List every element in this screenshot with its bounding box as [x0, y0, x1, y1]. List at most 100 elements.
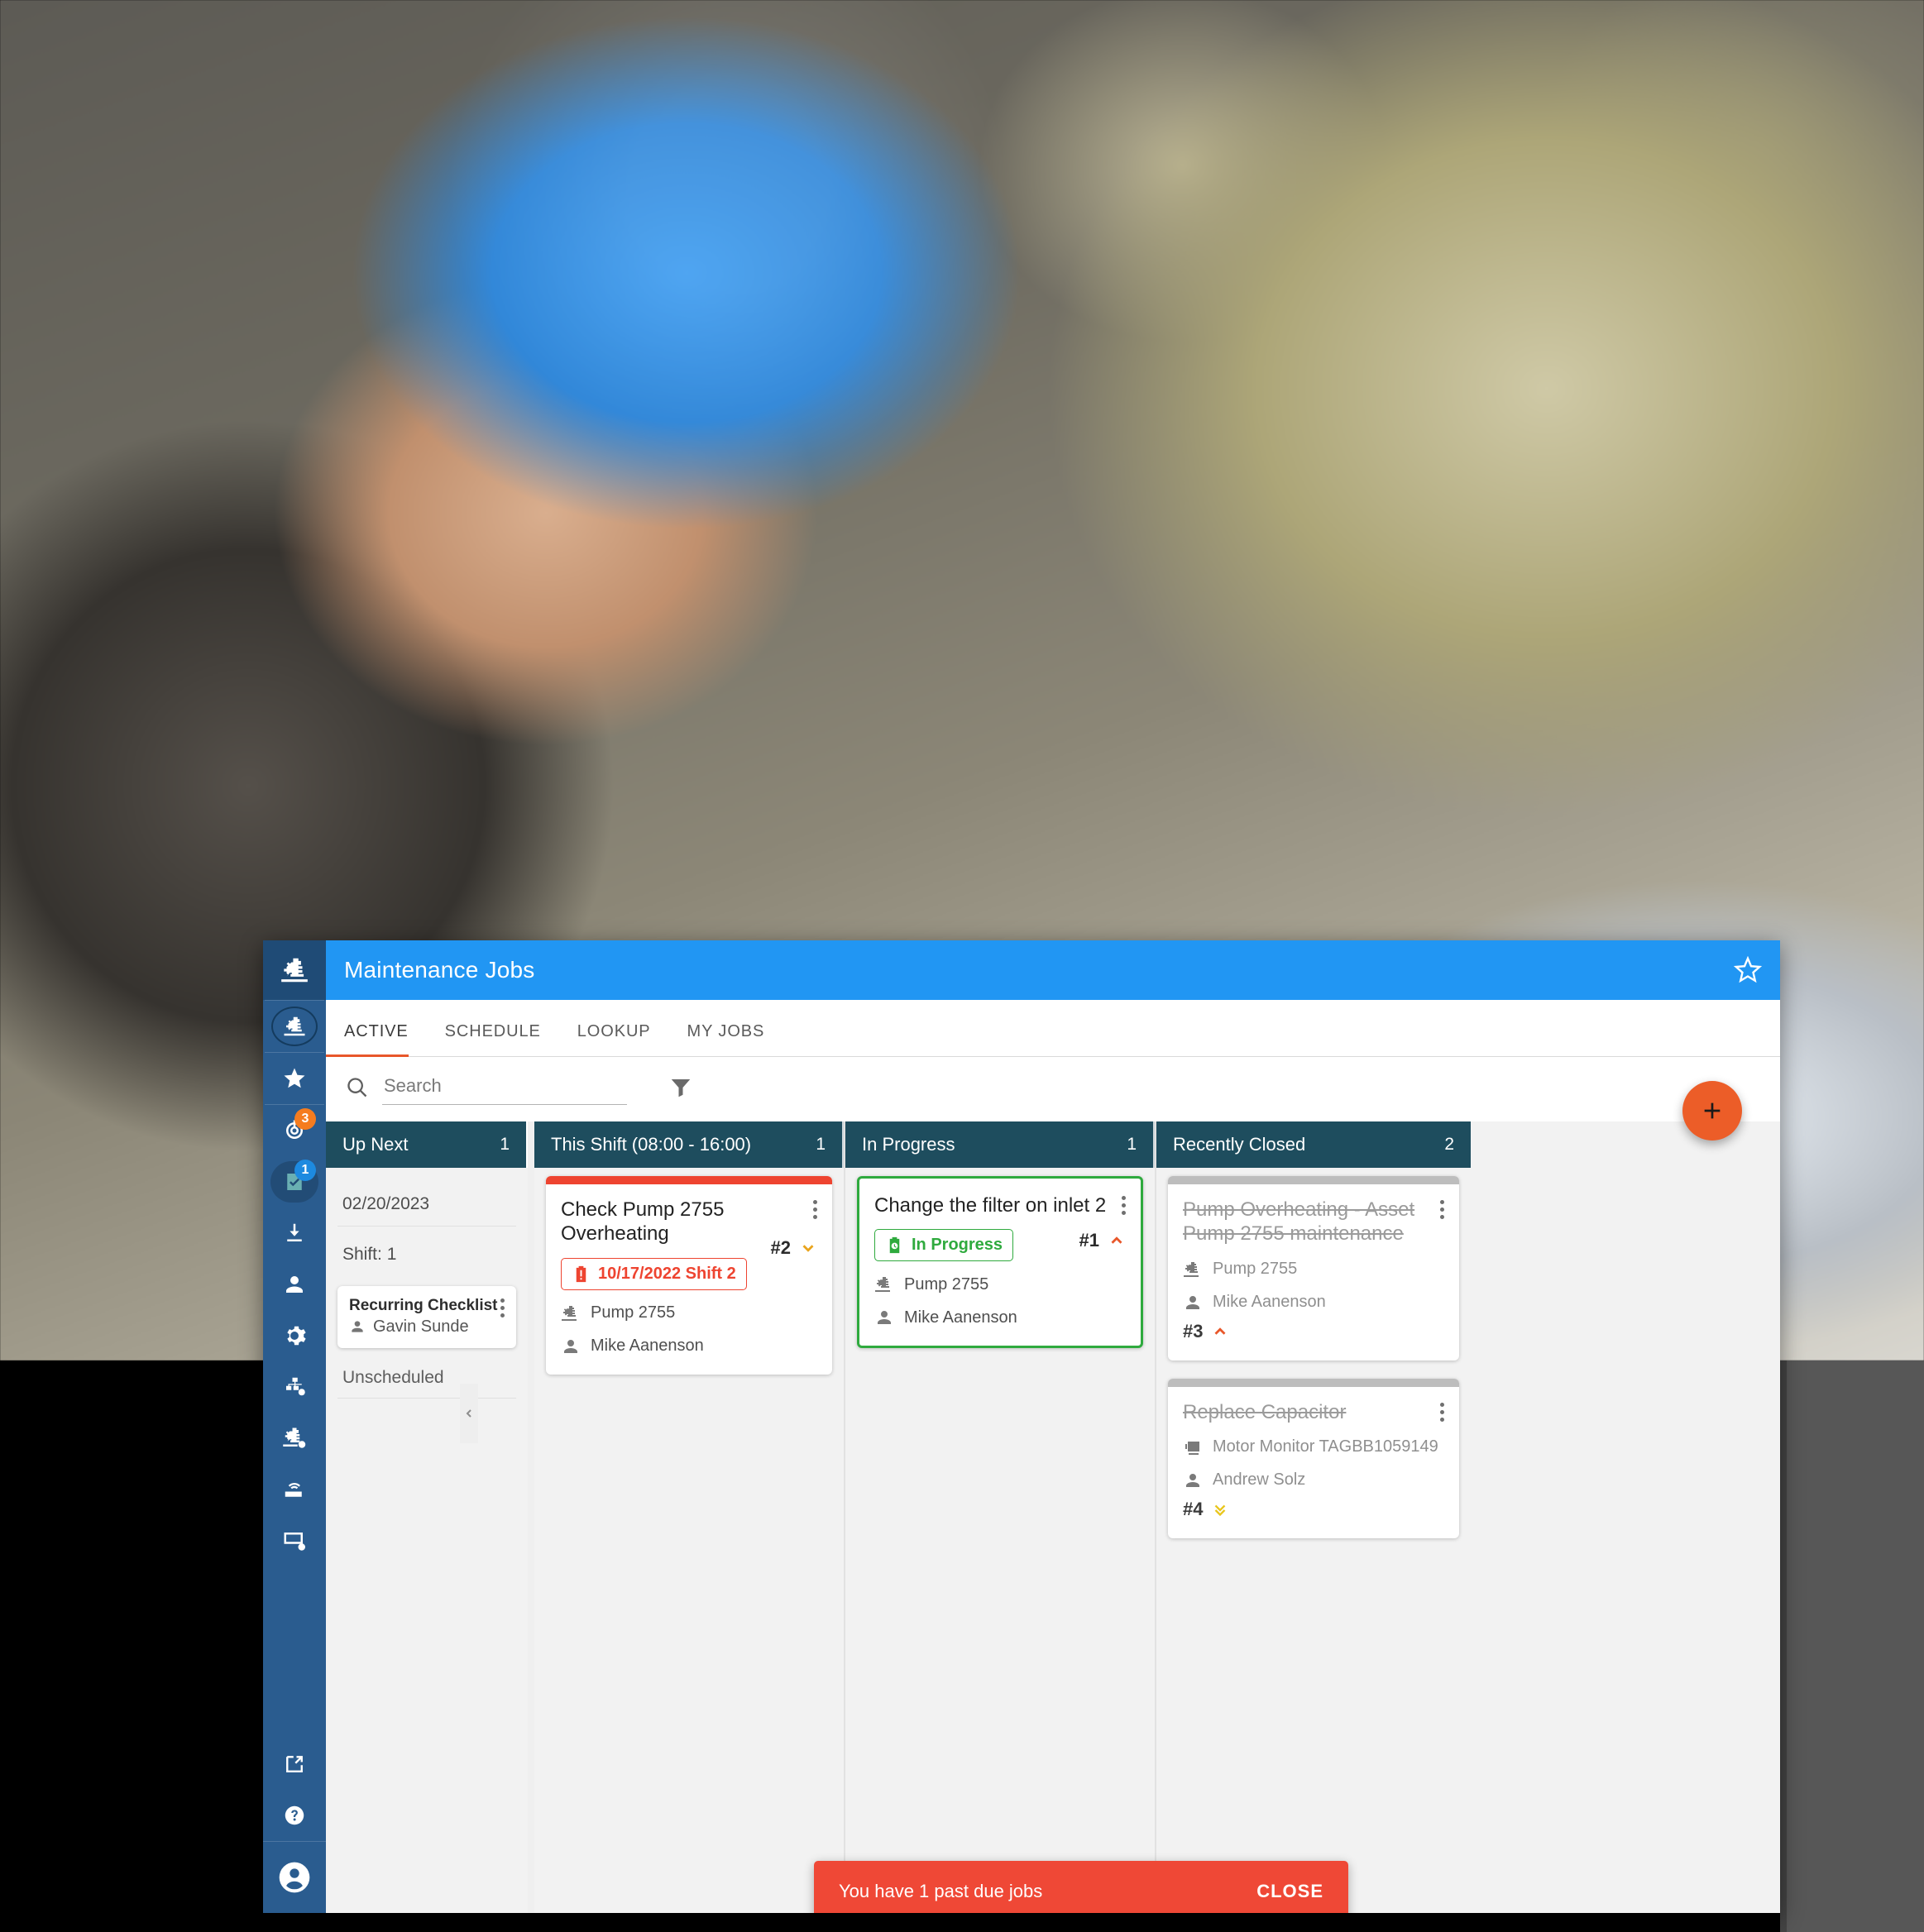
mini-card-title: Recurring Checklist — [349, 1297, 498, 1314]
up-next-unscheduled: Unscheduled — [337, 1348, 516, 1399]
sidebar-item-tasks[interactable]: 1 — [263, 1156, 326, 1208]
sidebar-item-display-config[interactable] — [263, 1515, 326, 1566]
collapse-panel-button[interactable] — [460, 1384, 478, 1443]
job-card-asset: Motor Monitor TAGBB1059149 — [1183, 1437, 1444, 1457]
sidebar-item-hierarchy-config[interactable] — [263, 1361, 326, 1413]
job-card-asset-name: Pump 2755 — [1213, 1260, 1298, 1279]
filter-icon[interactable] — [668, 1075, 693, 1104]
download-icon — [287, 1223, 302, 1241]
job-card-person: Mike Aanenson — [561, 1337, 817, 1356]
job-card[interactable]: Check Pump 2755 Overheating #2 10/17/202… — [546, 1176, 832, 1375]
sidebar-item-open-external[interactable] — [263, 1738, 326, 1790]
job-card-asset: Pump 2755 — [561, 1303, 817, 1323]
job-card-person: Mike Aanenson — [1183, 1293, 1444, 1313]
kanban-board: Up Next 1 02/20/2023 Shift: 1 Recurring … — [326, 1121, 1780, 1913]
favorite-button[interactable] — [1734, 956, 1762, 984]
job-card-rank-value: #4 — [1183, 1498, 1204, 1519]
sidebar-item-asset-config[interactable] — [263, 1413, 326, 1464]
card-menu-button[interactable] — [1440, 1400, 1444, 1422]
search-field[interactable] — [382, 1074, 630, 1105]
search-row — [326, 1057, 1780, 1121]
column-body: Change the filter on inlet 2 #1 In Progr… — [845, 1168, 1155, 1913]
clipboard-alert-icon — [576, 1265, 586, 1282]
add-job-fab[interactable] — [1682, 1081, 1742, 1141]
job-card-asset-name: Motor Monitor TAGBB1059149 — [1213, 1437, 1438, 1456]
list-item[interactable]: Recurring Checklist Gavin Sunde — [337, 1286, 516, 1348]
column-title: Recently Closed — [1173, 1134, 1306, 1155]
router-wifi-icon — [285, 1483, 302, 1497]
page-title: Maintenance Jobs — [344, 957, 535, 983]
job-card-title: Replace Capacitor — [1183, 1400, 1347, 1423]
job-card-rank-value: #1 — [1079, 1230, 1099, 1251]
card-priority-stripe — [546, 1176, 832, 1184]
monitor-gear-icon — [284, 1533, 305, 1551]
sidebar-item-downloads[interactable] — [263, 1208, 326, 1259]
column-body: Check Pump 2755 Overheating #2 10/17/202… — [534, 1168, 844, 1913]
card-menu-button[interactable] — [813, 1198, 817, 1219]
job-card-rank[interactable]: #2 — [771, 1237, 817, 1259]
job-card-person-name: Mike Aanenson — [904, 1308, 1017, 1327]
job-card-rank-value: #3 — [1183, 1320, 1204, 1341]
job-card[interactable]: Pump Overheating - Asset Pump 2755 maint… — [1168, 1176, 1459, 1361]
account-avatar-icon — [279, 1862, 310, 1893]
sidebar-item-people[interactable] — [263, 1259, 326, 1310]
job-card-person-name: Mike Aanenson — [591, 1337, 704, 1356]
column-header: In Progress 1 — [845, 1121, 1155, 1168]
app-logo[interactable] — [263, 940, 326, 1000]
tab-bar: ACTIVE SCHEDULE LOOKUP MY JOBS — [326, 1000, 1780, 1056]
job-card-person: Mike Aanenson — [874, 1308, 1126, 1327]
tab-schedule[interactable]: SCHEDULE — [427, 1022, 559, 1056]
job-card[interactable]: Change the filter on inlet 2 #1 In Progr… — [857, 1176, 1143, 1349]
job-card-person-name: Mike Aanenson — [1213, 1293, 1326, 1312]
board-column-up-next: Up Next 1 02/20/2023 Shift: 1 Recurring … — [326, 1121, 534, 1913]
pump-gear-icon — [283, 1427, 306, 1448]
sidebar-item-favorites[interactable] — [263, 1053, 326, 1104]
background-gray-panel — [1787, 1361, 1924, 1932]
search-input[interactable] — [382, 1074, 630, 1098]
tab-active[interactable]: ACTIVE — [326, 1022, 427, 1056]
plus-icon — [1704, 1102, 1721, 1119]
column-body: 02/20/2023 Shift: 1 Recurring Checklist … — [326, 1168, 528, 1913]
sidebar-item-help[interactable] — [263, 1790, 326, 1841]
tab-lookup[interactable]: LOOKUP — [559, 1022, 669, 1056]
sidebar-item-pump-machine[interactable] — [263, 1001, 326, 1052]
chevron-left-icon — [466, 1409, 471, 1418]
column-count: 1 — [500, 1135, 510, 1154]
tab-my-jobs[interactable]: MY JOBS — [669, 1022, 783, 1056]
card-priority-stripe — [1168, 1176, 1459, 1184]
snackbar-message: You have 1 past due jobs — [839, 1881, 1043, 1901]
mini-card-person-name: Gavin Sunde — [373, 1317, 469, 1336]
job-card-title: Change the filter on inlet 2 — [874, 1194, 1107, 1217]
job-card-rank-value: #2 — [770, 1237, 791, 1258]
job-card[interactable]: Replace Capacitor Motor Monitor TAGBB105… — [1168, 1378, 1459, 1538]
pump-icon — [875, 1277, 890, 1293]
job-card-rank[interactable]: #1 — [1079, 1230, 1126, 1251]
snackbar: You have 1 past due jobs CLOSE — [814, 1861, 1348, 1913]
card-menu-button[interactable] — [1122, 1193, 1126, 1215]
sidebar-item-settings[interactable] — [263, 1310, 326, 1361]
sidebar-item-device-network[interactable] — [263, 1464, 326, 1515]
up-next-shift: Shift: 1 — [342, 1245, 397, 1264]
board-column-recently-closed: Recently Closed 2 Pump Overheating - Ass… — [1156, 1121, 1471, 1913]
snackbar-close-button[interactable]: CLOSE — [1256, 1881, 1323, 1902]
job-card-rank[interactable]: #4 — [1183, 1499, 1444, 1520]
job-card-rank[interactable]: #3 — [1183, 1321, 1444, 1342]
column-title: Up Next — [342, 1134, 409, 1155]
chevron-down-icon — [802, 1245, 814, 1252]
monitor-device-icon — [1185, 1441, 1199, 1455]
card-menu-button[interactable] — [500, 1296, 505, 1317]
sidebar-item-alerts[interactable]: 3 — [263, 1105, 326, 1156]
board-column-this-shift: This Shift (08:00 - 16:00) 1 Check Pump … — [534, 1121, 845, 1913]
question-circle-icon — [285, 1805, 304, 1825]
column-header: Recently Closed 2 — [1156, 1121, 1471, 1168]
job-card-status-chip: In Progress — [874, 1229, 1014, 1262]
person-icon — [352, 1321, 363, 1332]
star-outline-icon — [1734, 956, 1762, 983]
sidebar-item-account[interactable] — [263, 1841, 326, 1913]
job-card-person-name: Andrew Solz — [1213, 1471, 1306, 1490]
card-menu-button[interactable] — [1440, 1198, 1444, 1219]
person-icon — [286, 1276, 303, 1293]
column-title: In Progress — [862, 1134, 955, 1155]
window-titlebar: Maintenance Jobs — [326, 940, 1780, 1000]
mini-card-person: Gavin Sunde — [349, 1317, 498, 1337]
